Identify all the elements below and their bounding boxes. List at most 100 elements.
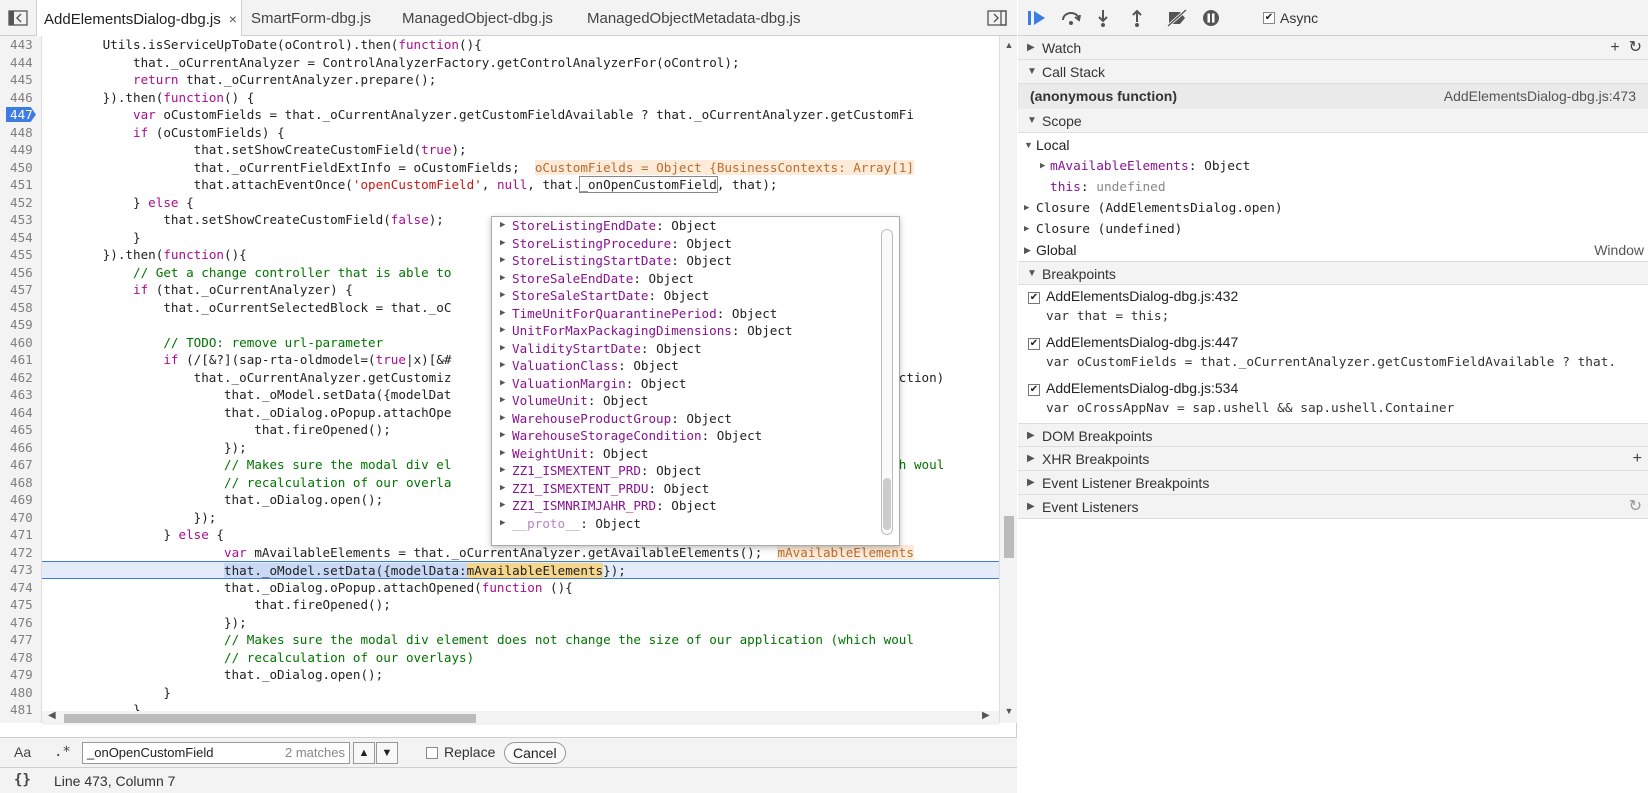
- add-icon[interactable]: +: [1633, 447, 1642, 471]
- code-line[interactable]: that._oCurrentAnalyzer = ControlAnalyzer…: [42, 54, 999, 72]
- find-previous-button[interactable]: ▲: [353, 742, 375, 764]
- breakpoint-checkbox[interactable]: ✔: [1028, 384, 1040, 396]
- scroll-thumb[interactable]: [64, 714, 476, 723]
- code-line[interactable]: });: [42, 614, 999, 632]
- line-number[interactable]: 453: [0, 211, 41, 229]
- scroll-right-icon[interactable]: ▶: [982, 710, 990, 721]
- code-line[interactable]: that._oDialog.oPopup.attachOpened(functi…: [42, 579, 999, 597]
- line-number[interactable]: 473: [0, 561, 41, 579]
- object-property-row[interactable]: ▶ ValuationClass: Object: [492, 357, 899, 375]
- object-property-row[interactable]: ▶ TimeUnitForQuarantinePeriod: Object: [492, 305, 899, 323]
- tab-addelementsdialog[interactable]: AddElementsDialog-dbg.js ×: [36, 0, 242, 36]
- code-line[interactable]: } else {: [42, 194, 999, 212]
- async-checkbox[interactable]: ✔: [1263, 12, 1275, 24]
- event-listeners-section-header[interactable]: ▶ Event Listeners ↻: [1018, 495, 1648, 519]
- object-property-row[interactable]: ▶ UnitForMaxPackagingDimensions: Object: [492, 322, 899, 340]
- navigator-toggle-icon[interactable]: [8, 9, 28, 27]
- scroll-left-icon[interactable]: ◀: [48, 710, 56, 721]
- object-property-row[interactable]: ▶ ValuationMargin: Object: [492, 375, 899, 393]
- scope-global[interactable]: ▶ Global Window: [1018, 240, 1648, 261]
- scope-section-header[interactable]: ▼ Scope: [1018, 109, 1648, 133]
- tab-managedobject[interactable]: ManagedObject-dbg.js: [402, 0, 553, 36]
- scroll-thumb[interactable]: [1004, 516, 1014, 558]
- step-over-icon[interactable]: [1060, 8, 1082, 28]
- watch-section-header[interactable]: ▶ Watch + ↻: [1018, 36, 1648, 60]
- line-number[interactable]: 452: [0, 194, 41, 212]
- xhr-breakpoints-section-header[interactable]: ▶ XHR Breakpoints +: [1018, 447, 1648, 471]
- match-case-button[interactable]: Aa: [14, 744, 31, 760]
- line-number[interactable]: 443: [0, 36, 41, 54]
- code-line[interactable]: Utils.isServiceUpToDate(oControl).then(f…: [42, 36, 999, 54]
- object-property-row[interactable]: ▶ WarehouseProductGroup: Object: [492, 410, 899, 428]
- line-number[interactable]: 451: [0, 176, 41, 194]
- cancel-button[interactable]: Cancel: [504, 742, 566, 764]
- add-icon[interactable]: +: [1610, 39, 1619, 56]
- object-preview-popover[interactable]: ▶ StoreListingEndDate: Object ▶ StoreListin…: [491, 216, 900, 546]
- line-number[interactable]: 470: [0, 509, 41, 527]
- object-property-row[interactable]: ▶ ZZ1_ISMNRIMJAHR_PRD: Object: [492, 497, 899, 515]
- code-line[interactable]: that.setShowCreateCustomField(true);: [42, 141, 999, 159]
- line-number[interactable]: 472: [0, 544, 41, 562]
- regex-button[interactable]: .*: [54, 744, 71, 760]
- find-next-button[interactable]: ▼: [376, 742, 398, 764]
- current-execution-line[interactable]: that._oModel.setData({modelData:mAvailab…: [42, 561, 999, 579]
- code-line[interactable]: // recalculation of our overlays): [42, 649, 999, 667]
- step-into-icon[interactable]: [1092, 8, 1114, 28]
- object-property-row[interactable]: ▶ StoreListingProcedure: Object: [492, 235, 899, 253]
- code-line[interactable]: }: [42, 684, 999, 702]
- refresh-icon[interactable]: ↻: [1629, 495, 1642, 519]
- line-number[interactable]: 469: [0, 491, 41, 509]
- line-number[interactable]: 468: [0, 474, 41, 492]
- object-property-row[interactable]: ▶ StoreListingStartDate: Object: [492, 252, 899, 270]
- breakpoint-item[interactable]: ✔ AddElementsDialog-dbg.js:534 var oCrossA…: [1018, 377, 1648, 423]
- line-number[interactable]: 467: [0, 456, 41, 474]
- line-number[interactable]: 461: [0, 351, 41, 369]
- code-line[interactable]: that.fireOpened();: [42, 596, 999, 614]
- replace-checkbox[interactable]: [426, 747, 438, 759]
- line-number[interactable]: 482: [0, 719, 41, 724]
- line-number[interactable]: 474: [0, 579, 41, 597]
- line-number[interactable]: 460: [0, 334, 41, 352]
- scope-property-row[interactable]: ▶ mAvailableElements: Object: [1018, 156, 1648, 177]
- code-line[interactable]: var mAvailableElements = that._oCurrentA…: [42, 544, 999, 562]
- line-number[interactable]: 449: [0, 141, 41, 159]
- code-line[interactable]: return that._oCurrentAnalyzer.prepare();: [42, 71, 999, 89]
- scope-closure[interactable]: ▶ Closure (AddElementsDialog.open): [1018, 198, 1648, 219]
- line-number[interactable]: 455: [0, 246, 41, 264]
- object-property-row[interactable]: ▶ ValidityStartDate: Object: [492, 340, 899, 358]
- pretty-print-button[interactable]: {}: [14, 772, 31, 788]
- object-property-row[interactable]: ▶ StoreSaleStartDate: Object: [492, 287, 899, 305]
- scroll-thumb[interactable]: [883, 478, 891, 530]
- pause-on-exceptions-icon[interactable]: [1200, 8, 1222, 28]
- object-property-row[interactable]: ▶ __proto__: Object: [492, 515, 899, 533]
- line-number[interactable]: 459: [0, 316, 41, 334]
- line-number[interactable]: 448: [0, 124, 41, 142]
- object-property-row[interactable]: ▶ StoreSaleEndDate: Object: [492, 270, 899, 288]
- line-number[interactable]: 445: [0, 71, 41, 89]
- line-number[interactable]: 471: [0, 526, 41, 544]
- line-number[interactable]: 466: [0, 439, 41, 457]
- close-tab-icon[interactable]: ×: [229, 11, 237, 27]
- line-number[interactable]: 464: [0, 404, 41, 422]
- line-number[interactable]: 444: [0, 54, 41, 72]
- object-property-row[interactable]: ▶ ZZ1_ISMEXTENT_PRDU: Object: [492, 480, 899, 498]
- tab-managedobjectmetadata[interactable]: ManagedObjectMetadata-dbg.js: [587, 0, 800, 36]
- line-number[interactable]: 456: [0, 264, 41, 282]
- refresh-icon[interactable]: ↻: [1629, 39, 1642, 56]
- code-line[interactable]: var oCustomFields = that._oCurrentAnalyz…: [42, 106, 999, 124]
- object-property-row[interactable]: ▶ WarehouseStorageCondition: Object: [492, 427, 899, 445]
- call-frame[interactable]: (anonymous function) AddElementsDialog-d…: [1018, 84, 1648, 109]
- scroll-up-icon[interactable]: ▲: [1004, 40, 1014, 50]
- popover-scrollbar[interactable]: [881, 229, 893, 535]
- line-number[interactable]: 458: [0, 299, 41, 317]
- breakpoints-section-header[interactable]: ▼ Breakpoints: [1018, 261, 1648, 285]
- line-number[interactable]: 457: [0, 281, 41, 299]
- step-out-icon[interactable]: [1126, 8, 1148, 28]
- scroll-down-icon[interactable]: ▼: [1004, 706, 1014, 716]
- event-listener-breakpoints-section-header[interactable]: ▶ Event Listener Breakpoints: [1018, 471, 1648, 495]
- object-property-row[interactable]: ▶ WeightUnit: Object: [492, 445, 899, 463]
- breakpoint-checkbox[interactable]: ✔: [1028, 292, 1040, 304]
- line-number[interactable]: 479: [0, 666, 41, 684]
- code-line[interactable]: }).then(function() {: [42, 89, 999, 107]
- editor-vertical-scrollbar[interactable]: ▲ ▼: [999, 36, 1017, 723]
